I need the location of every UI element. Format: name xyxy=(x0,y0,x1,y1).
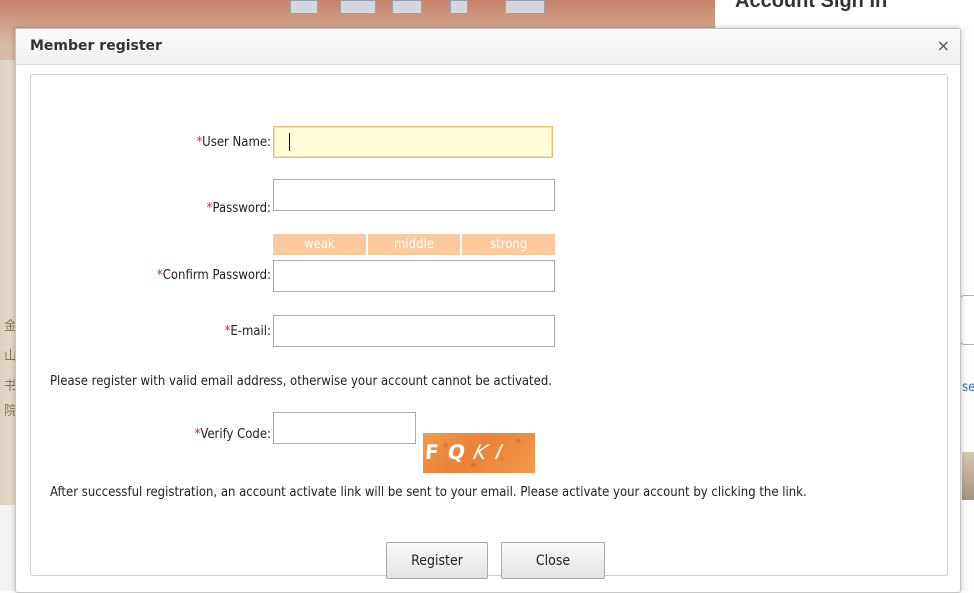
close-icon[interactable]: × xyxy=(937,37,950,55)
captcha-text: FQKI xyxy=(423,440,535,464)
captcha-char: F xyxy=(424,440,449,464)
building-window xyxy=(340,0,376,14)
building-window xyxy=(392,0,422,14)
username-label: *User Name: xyxy=(31,135,271,150)
confirm-password-label: *Confirm Password: xyxy=(31,268,271,283)
email-label-text: E-mail: xyxy=(230,324,271,339)
dialog-titlebar[interactable]: Member register × xyxy=(16,29,960,65)
close-button[interactable]: Close xyxy=(501,542,605,579)
background-signin-input xyxy=(960,295,974,345)
background-link: se xyxy=(962,380,974,395)
password-input[interactable] xyxy=(273,179,555,211)
building-window xyxy=(450,0,468,14)
building-window xyxy=(290,0,318,14)
password-label-text: Password: xyxy=(212,201,272,216)
building-window xyxy=(505,0,545,14)
background-thumbnail xyxy=(962,452,974,500)
confirm-password-label-text: Confirm Password: xyxy=(162,268,271,283)
email-label: *E-mail: xyxy=(31,324,271,339)
password-strength-meter: weak middle strong xyxy=(273,234,556,255)
confirm-password-input[interactable] xyxy=(273,260,555,292)
verify-code-label-text: Verify Code: xyxy=(200,427,271,442)
strength-strong: strong xyxy=(462,234,556,255)
strength-weak: weak xyxy=(273,234,368,255)
username-input[interactable] xyxy=(273,126,553,158)
captcha-image[interactable]: FQKI xyxy=(423,433,535,473)
background-signin-heading: Account Sign In xyxy=(735,0,888,12)
password-label: *Password: xyxy=(31,201,271,216)
email-input[interactable] xyxy=(273,315,555,347)
verify-code-label: *Verify Code: xyxy=(31,427,271,442)
register-form: *User Name: *Password: weak middle stron… xyxy=(30,74,948,579)
text-caret xyxy=(289,133,290,151)
member-register-dialog: Member register × *User Name: *Password:… xyxy=(15,28,961,593)
verify-code-input[interactable] xyxy=(273,412,416,444)
email-notice: Please register with valid email address… xyxy=(50,374,552,389)
activation-notice: After successful registration, an accoun… xyxy=(50,485,807,500)
register-button[interactable]: Register xyxy=(386,542,488,579)
dialog-title: Member register xyxy=(30,38,162,54)
username-label-text: User Name: xyxy=(202,135,271,150)
strength-middle: middle xyxy=(367,234,463,255)
